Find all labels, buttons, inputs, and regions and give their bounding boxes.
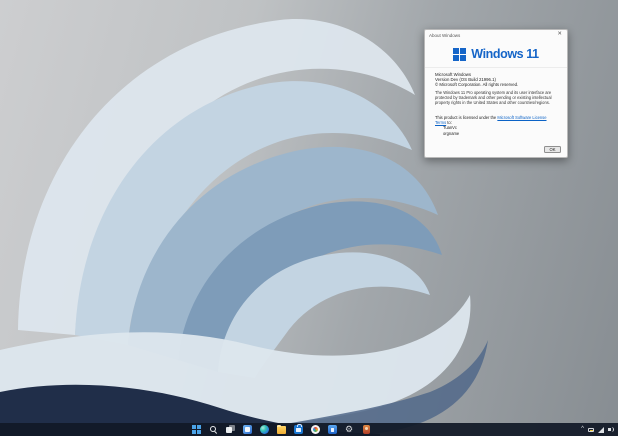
settings-icon[interactable]	[345, 424, 354, 434]
volume-icon[interactable]	[608, 427, 615, 433]
start-icon[interactable]	[192, 425, 201, 434]
dialog-body: Microsoft Windows Version Dev (OS Build …	[425, 68, 567, 157]
ok-button[interactable]: OK	[544, 146, 561, 153]
taskbar-icons	[192, 423, 371, 436]
orangeapp-icon[interactable]	[363, 425, 370, 434]
explorer-icon[interactable]	[277, 424, 286, 434]
edge-icon[interactable]	[260, 425, 269, 434]
licensee-organization: orgname	[443, 130, 460, 136]
windows11-wordmark: Windows 11	[471, 47, 539, 61]
desktop[interactable]: About Windows ✕ Windows 11 Microsoft Win…	[0, 0, 618, 436]
copyright-text: © Microsoft Corporation. All rights rese…	[435, 82, 519, 87]
network-icon[interactable]	[598, 426, 604, 433]
blueapp-icon[interactable]	[328, 425, 337, 434]
close-icon[interactable]: ✕	[555, 32, 564, 38]
license-text: This product is licensed under the Micro…	[435, 115, 557, 125]
windows-flag-icon	[453, 47, 467, 61]
dialog-title: About Windows	[429, 32, 461, 38]
taskview-icon[interactable]	[226, 425, 235, 434]
store-icon[interactable]	[294, 424, 303, 434]
taskbar: ^	[0, 423, 618, 436]
search-icon[interactable]	[209, 425, 218, 434]
dialog-titlebar[interactable]: About Windows ✕	[425, 30, 567, 40]
legal-text: The Windows 11 Pro operating system and …	[435, 90, 552, 105]
widgets-icon[interactable]	[243, 425, 252, 434]
about-windows-dialog: About Windows ✕ Windows 11 Microsoft Win…	[424, 29, 568, 158]
battery-icon[interactable]	[588, 428, 594, 432]
photos-icon[interactable]	[311, 425, 320, 434]
hidden-icons-chevron[interactable]: ^	[581, 426, 584, 434]
system-tray: ^	[581, 423, 615, 436]
windows11-logo-banner: Windows 11	[425, 40, 567, 68]
